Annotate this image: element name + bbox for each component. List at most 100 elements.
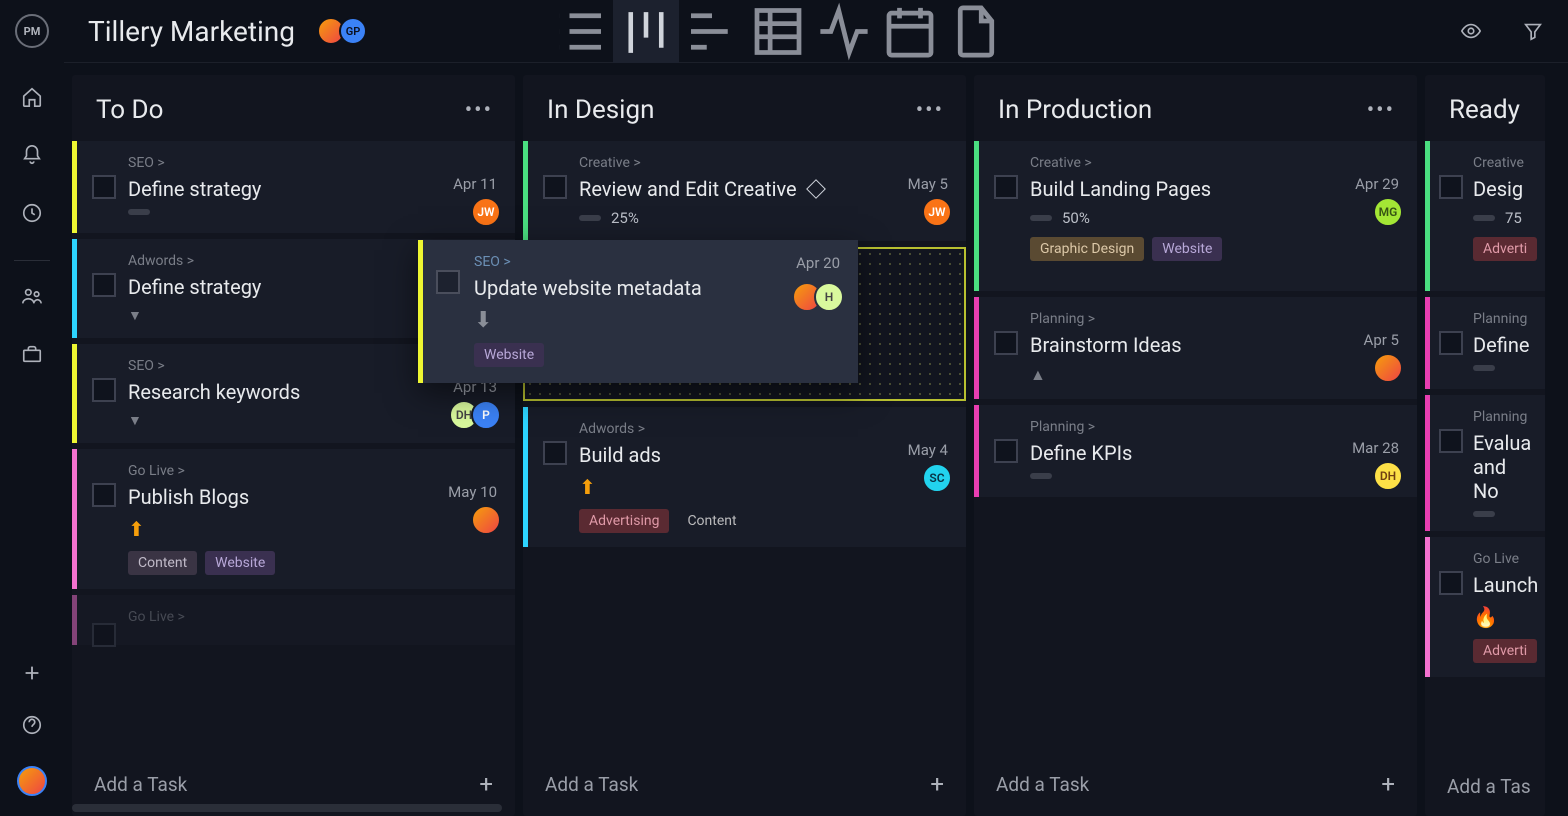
tag[interactable]: Website	[474, 343, 544, 367]
sheet-view-tab[interactable]	[745, 0, 811, 63]
progress-indicator	[1473, 365, 1495, 371]
card-stripe	[1425, 537, 1430, 677]
task-checkbox[interactable]	[436, 270, 460, 294]
column-in-production: In Production ••• Creative > Build Landi…	[974, 75, 1417, 816]
add-task-label: Add a Tas	[1447, 775, 1531, 798]
clock-icon[interactable]	[21, 202, 43, 224]
task-checkbox[interactable]	[1439, 429, 1463, 453]
add-task-label: Add a Task	[545, 773, 638, 796]
assignee-avatar[interactable]: DH	[1373, 461, 1403, 491]
task-checkbox[interactable]	[92, 483, 116, 507]
tag[interactable]: Website	[1152, 237, 1222, 261]
file-view-tab[interactable]	[943, 0, 1009, 63]
task-category: Planning >	[1030, 419, 1399, 435]
add-task-button[interactable]: Add a Task +	[523, 752, 966, 816]
activity-view-tab[interactable]	[811, 0, 877, 63]
task-checkbox[interactable]	[994, 439, 1018, 463]
task-checkbox[interactable]	[1439, 175, 1463, 199]
task-card[interactable]: Planning > Brainstorm Ideas ▲ Apr 5	[974, 297, 1417, 399]
add-task-button[interactable]: Add a Task +	[974, 752, 1417, 816]
card-stripe	[523, 407, 528, 547]
task-category: Planning	[1473, 409, 1527, 425]
home-icon[interactable]	[21, 86, 43, 108]
task-date: Apr 5	[1364, 331, 1399, 349]
assignee-avatar[interactable]: H	[814, 282, 844, 312]
task-checkbox[interactable]	[1439, 331, 1463, 355]
eye-icon[interactable]	[1460, 20, 1482, 42]
progress-indicator	[579, 215, 601, 221]
column-menu-icon[interactable]: •••	[916, 98, 944, 123]
card-stripe	[72, 449, 77, 589]
task-date: Apr 11	[453, 175, 497, 193]
task-category: Planning	[1473, 311, 1527, 327]
task-category: Creative >	[579, 155, 948, 171]
add-icon[interactable]	[21, 662, 43, 684]
app-logo[interactable]: PM	[15, 14, 49, 48]
dragging-task-card[interactable]: SEO > Update website metadata ⬇ Website …	[418, 240, 858, 383]
task-category: Go Live	[1473, 551, 1527, 567]
task-checkbox[interactable]	[92, 378, 116, 402]
card-stripe	[1425, 141, 1430, 291]
task-checkbox[interactable]	[994, 331, 1018, 355]
assignee-avatar[interactable]: JW	[471, 197, 501, 227]
assignee-avatar[interactable]: MG	[1373, 197, 1403, 227]
task-card[interactable]: Adwords > Build ads ⬆ Advertising Conten…	[523, 407, 966, 547]
assignee-avatar[interactable]: SC	[922, 463, 952, 493]
bell-icon[interactable]	[21, 144, 43, 166]
tag[interactable]: Advertising	[579, 509, 669, 533]
card-stripe	[72, 141, 77, 233]
task-card[interactable]: Planning Evalua and No	[1425, 395, 1545, 531]
task-date: May 5	[908, 175, 948, 193]
task-card[interactable]: Go Live >	[72, 595, 515, 645]
task-checkbox[interactable]	[92, 175, 116, 199]
task-date: Apr 20	[796, 254, 840, 272]
user-avatar[interactable]	[17, 766, 47, 796]
task-card[interactable]: SEO > Define strategy Apr 11 JW	[72, 141, 515, 233]
briefcase-icon[interactable]	[21, 343, 43, 365]
project-members[interactable]: GP	[317, 17, 367, 45]
column-menu-icon[interactable]: •••	[1367, 98, 1395, 123]
task-card[interactable]: Go Live > Publish Blogs ⬆ Content Websit…	[72, 449, 515, 589]
sidebar-divider	[14, 260, 50, 261]
column-ready: Ready Creative Desig 75 Adverti Planning…	[1425, 75, 1545, 816]
add-task-button[interactable]: Add a Tas	[1425, 757, 1545, 816]
task-checkbox[interactable]	[92, 273, 116, 297]
tag[interactable]: Content	[128, 551, 197, 575]
list-view-tab[interactable]	[547, 0, 613, 63]
task-category: Creative	[1473, 155, 1527, 171]
tag[interactable]: Graphic Design	[1030, 237, 1144, 261]
topbar: Tillery Marketing GP	[64, 0, 1568, 63]
tag[interactable]: Adverti	[1473, 237, 1537, 261]
filter-icon[interactable]	[1522, 20, 1544, 42]
tag[interactable]: Adverti	[1473, 639, 1537, 663]
calendar-view-tab[interactable]	[877, 0, 943, 63]
assignee-avatar[interactable]: P	[471, 400, 501, 430]
horizontal-scrollbar[interactable]	[72, 804, 502, 812]
task-card[interactable]: Planning Define	[1425, 297, 1545, 389]
task-card[interactable]: Planning > Define KPIs Mar 28 DH	[974, 405, 1417, 497]
task-checkbox[interactable]	[92, 623, 116, 647]
card-stripe	[72, 344, 77, 443]
member-avatar[interactable]: GP	[339, 17, 367, 45]
plus-icon: +	[930, 770, 944, 798]
task-checkbox[interactable]	[543, 441, 567, 465]
people-icon[interactable]	[21, 285, 43, 307]
board-view-tab[interactable]	[613, 0, 679, 63]
help-icon[interactable]	[21, 714, 43, 736]
gantt-view-tab[interactable]	[679, 0, 745, 63]
task-card[interactable]: Creative Desig 75 Adverti	[1425, 141, 1545, 291]
task-checkbox[interactable]	[543, 175, 567, 199]
task-checkbox[interactable]	[994, 175, 1018, 199]
column-menu-icon[interactable]: •••	[465, 98, 493, 123]
task-card[interactable]: Go Live Launch 🔥 Adverti	[1425, 537, 1545, 677]
assignee-avatar[interactable]: JW	[922, 197, 952, 227]
task-card[interactable]: Creative > Build Landing Pages 50% Graph…	[974, 141, 1417, 291]
task-card[interactable]: Creative > Review and Edit Creative 25% …	[523, 141, 966, 241]
assignee-avatar[interactable]	[1373, 353, 1403, 383]
task-checkbox[interactable]	[1439, 571, 1463, 595]
tag[interactable]: Content	[677, 509, 746, 533]
assignee-avatar[interactable]	[471, 505, 501, 535]
task-title: Brainstorm Ideas	[1030, 333, 1399, 357]
tag[interactable]: Website	[205, 551, 275, 575]
priority-down-icon: ⬇	[474, 308, 492, 333]
